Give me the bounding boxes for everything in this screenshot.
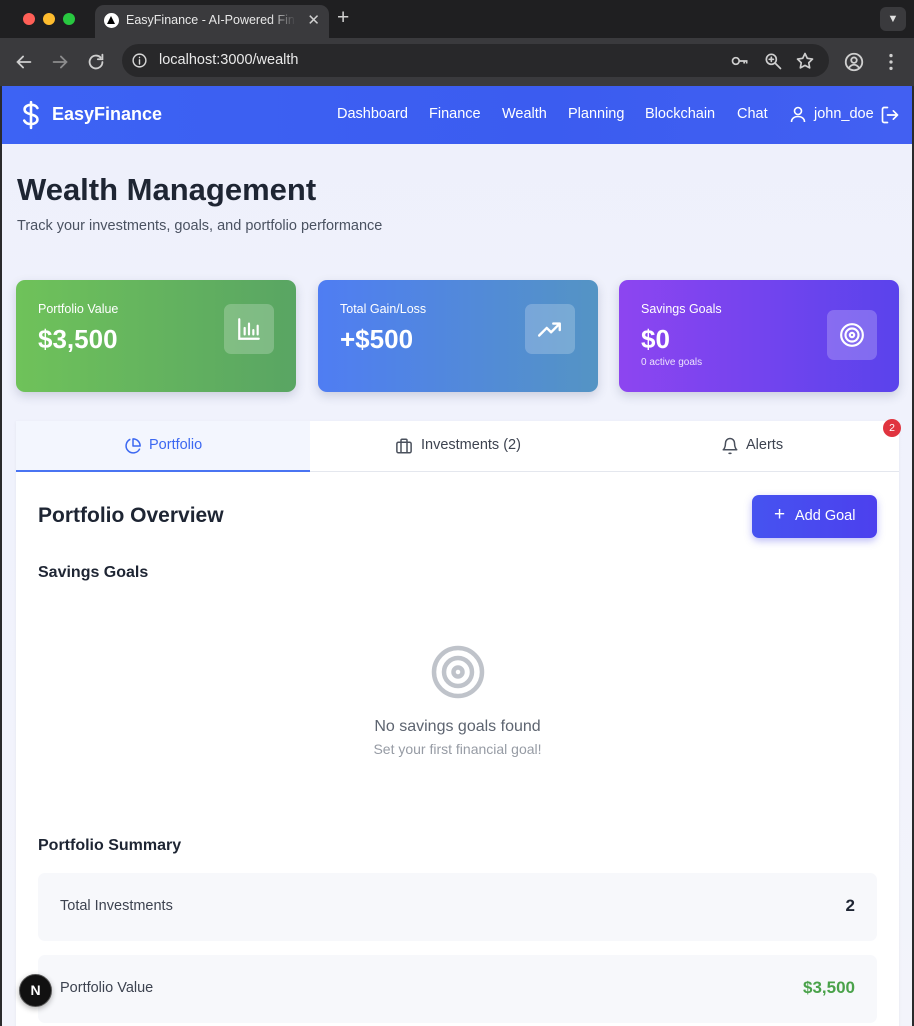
savings-goals-heading: Savings Goals [38, 564, 149, 581]
new-tab-icon[interactable]: + [337, 6, 349, 30]
briefcase-icon [396, 438, 412, 454]
tab-title: EasyFinance - AI-Powered Finance [126, 13, 296, 27]
total-gain-card: Total Gain/Loss +$500 [318, 280, 598, 392]
summary-row-portfolio-value: Portfolio Value $3,500 [38, 955, 877, 1023]
top-navbar: EasyFinance Dashboard Finance Wealth Pla… [2, 86, 912, 144]
nav-link-planning[interactable]: Planning [568, 106, 624, 122]
tab-list: Portfolio Investments (2) Alerts 2 [16, 419, 901, 472]
summary-label: Total Investments [60, 898, 173, 914]
alerts-count-badge: 2 [883, 419, 901, 437]
card-value: $3,500 [38, 324, 118, 354]
browser-tab[interactable]: EasyFinance - AI-Powered Finance ✕ [95, 5, 329, 38]
back-icon[interactable] [13, 51, 35, 73]
section-title: Portfolio Overview [38, 504, 224, 527]
nav-link-dashboard[interactable]: Dashboard [337, 106, 408, 122]
bar-chart-icon [224, 304, 274, 354]
target-icon [827, 310, 877, 360]
forward-icon[interactable] [49, 51, 71, 73]
site-info-icon[interactable] [131, 52, 148, 69]
tab-label: Alerts [746, 437, 784, 453]
tab-search-icon[interactable]: ▼ [880, 7, 906, 31]
address-bar[interactable]: localhost:3000/wealth [122, 44, 829, 77]
card-value: +$500 [340, 324, 414, 354]
password-key-icon[interactable] [730, 51, 750, 71]
pie-chart-icon [125, 438, 141, 454]
profile-icon[interactable] [843, 51, 865, 73]
nav-link-chat[interactable]: Chat [737, 106, 768, 122]
browser-menu-icon[interactable] [880, 51, 902, 73]
savings-goals-card: Savings Goals $0 0 active goals [619, 280, 899, 392]
tab-alerts[interactable]: Alerts [605, 421, 899, 472]
url-text[interactable]: localhost:3000/wealth [159, 52, 298, 68]
bookmark-star-icon[interactable] [795, 51, 815, 71]
brand-name[interactable]: EasyFinance [52, 104, 162, 125]
tab-portfolio[interactable]: Portfolio [16, 421, 310, 472]
minimize-window-button[interactable] [43, 13, 55, 25]
maximize-window-button[interactable] [63, 13, 75, 25]
summary-value: 2 [845, 896, 855, 915]
tab-close-icon[interactable]: ✕ [307, 11, 320, 29]
empty-state-title: No savings goals found [374, 718, 541, 735]
portfolio-value-card: Portfolio Value $3,500 [16, 280, 296, 392]
favicon-icon [104, 13, 119, 28]
browser-tab-bar: EasyFinance - AI-Powered Finance ✕ + ▼ [0, 0, 914, 38]
browser-toolbar: localhost:3000/wealth [0, 38, 914, 86]
page-subtitle: Track your investments, goals, and portf… [17, 218, 383, 234]
close-window-button[interactable] [23, 13, 35, 25]
card-value: $0 [641, 324, 670, 354]
tab-label: Portfolio [149, 437, 203, 453]
zoom-icon[interactable] [763, 51, 783, 71]
summary-value: $3,500 [803, 978, 855, 997]
tab-label: Investments (2) [421, 437, 521, 453]
summary-row-total-investments: Total Investments 2 [38, 873, 877, 941]
nav-link-wealth[interactable]: Wealth [502, 106, 547, 122]
reload-icon[interactable] [85, 51, 107, 73]
summary-label: Portfolio Value [60, 980, 154, 996]
page-title: Wealth Management [17, 172, 317, 207]
card-note: 0 active goals [641, 357, 703, 368]
card-label: Savings Goals [641, 302, 722, 316]
user-icon [790, 106, 806, 123]
username[interactable]: john_doe [814, 106, 874, 122]
wealth-panel: Portfolio Investments (2) Alerts 2 Portf… [16, 419, 901, 1026]
add-goal-label: Add Goal [795, 508, 856, 524]
trending-up-icon [525, 304, 575, 354]
empty-state-subtitle: Set your first financial goal! [373, 741, 542, 757]
tab-investments[interactable]: Investments (2) [310, 421, 604, 472]
plus-icon: + [774, 504, 786, 525]
logout-icon[interactable] [880, 105, 900, 125]
add-goal-button[interactable]: + Add Goal [752, 495, 877, 538]
nav-link-blockchain[interactable]: Blockchain [645, 106, 715, 122]
dollar-sign-icon[interactable] [18, 100, 44, 130]
bell-icon [722, 437, 738, 455]
card-label: Total Gain/Loss [340, 302, 427, 316]
target-icon [431, 645, 485, 699]
card-label: Portfolio Value [38, 302, 119, 316]
nav-link-finance[interactable]: Finance [429, 106, 481, 122]
nextjs-dev-indicator[interactable]: N [19, 974, 52, 1007]
app-viewport: EasyFinance Dashboard Finance Wealth Pla… [2, 86, 912, 1026]
portfolio-summary-heading: Portfolio Summary [38, 837, 182, 854]
